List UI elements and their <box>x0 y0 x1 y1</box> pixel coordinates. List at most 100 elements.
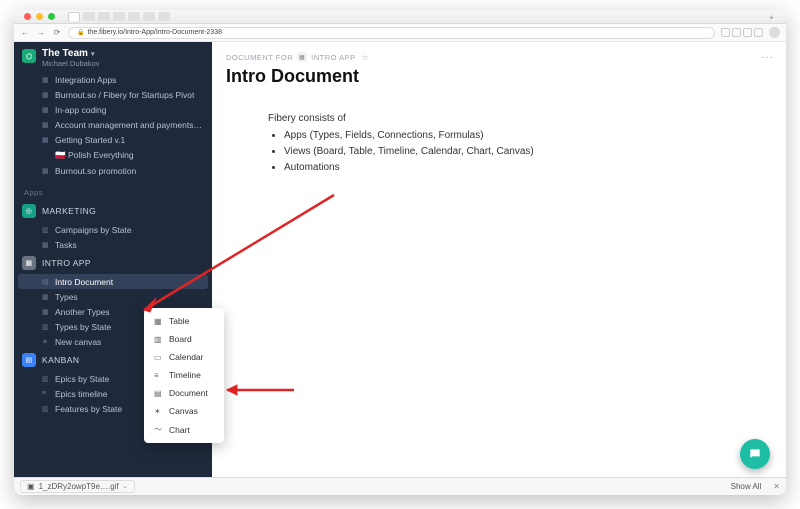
board-icon: ▥ <box>42 405 50 413</box>
context-menu-item-canvas[interactable]: ✶Canvas <box>144 402 224 420</box>
doc-icon: ▦ <box>42 167 50 175</box>
star-icon[interactable]: ☆ <box>362 53 369 62</box>
sidebar-view-item[interactable]: ▦Tasks <box>14 237 212 252</box>
browser-tab[interactable] <box>83 12 95 21</box>
kanban-icon: ▤ <box>22 353 36 367</box>
sidebar-favorite-item[interactable]: ▦In-app coding <box>14 102 212 117</box>
browser-tab[interactable] <box>68 12 80 21</box>
intercom-launcher[interactable] <box>740 439 770 469</box>
show-all-downloads[interactable]: Show All <box>731 482 762 491</box>
breadcrumb: DOCUMENT FOR ▦ INTRO APP ☆ <box>226 52 772 62</box>
download-item[interactable]: ▣ 1_zDRy2owpT9e….gif ⌄ <box>20 480 135 493</box>
body-bullet: Views (Board, Table, Timeline, Calendar,… <box>284 146 772 157</box>
sidebar-view-item-active[interactable]: ▤Intro Document <box>18 274 208 289</box>
sidebar-view-item[interactable]: ▦Types <box>14 289 212 304</box>
sidebar-favorite-item[interactable]: ▦Burnout.so / Fibery for Startups Pivot <box>14 87 212 102</box>
board-icon: ▥ <box>42 226 50 234</box>
forward-button[interactable]: → <box>36 28 46 37</box>
doc-icon: ▦ <box>42 76 50 84</box>
body-bullet: Automations <box>284 162 772 173</box>
browser-tab[interactable] <box>98 12 110 21</box>
sidebar-favorite-item[interactable]: 🇵🇱 Polish Everything <box>14 147 212 163</box>
breadcrumb-app[interactable]: INTRO APP <box>311 53 356 62</box>
target-icon: ◎ <box>22 204 36 218</box>
workspace-icon: ⌬ <box>22 49 36 63</box>
browser-tab[interactable] <box>128 12 140 21</box>
url-text: the.fibery.io/Intro-App/Intro-Document-2… <box>87 28 222 38</box>
doc-icon: ▦ <box>42 121 50 129</box>
workspace-switcher[interactable]: ⌬ The Team▾ Michael Dubakov <box>14 42 212 72</box>
workspace-name: The Team <box>42 48 88 59</box>
sidebar-favorite-item[interactable]: ▦Getting Started v.1 <box>14 132 212 147</box>
canvas-icon: ✶ <box>154 407 163 416</box>
browser-tab[interactable] <box>158 12 170 21</box>
sidebar-favorite-item[interactable]: ▦Integration Apps <box>14 72 212 87</box>
more-menu-button[interactable]: ··· <box>761 52 774 63</box>
board-icon: ▥ <box>42 375 50 383</box>
board-icon: ▥ <box>154 335 163 344</box>
extension-icon[interactable] <box>754 28 763 37</box>
extension-icons <box>721 28 763 37</box>
extension-icon[interactable] <box>743 28 752 37</box>
file-icon: ▣ <box>27 482 35 491</box>
document-title[interactable]: Intro Document <box>226 66 772 87</box>
sidebar-app-marketing[interactable]: ◎MARKETING <box>14 200 212 222</box>
browser-address-bar: ← → ⟳ 🔒 the.fibery.io/Intro-App/Intro-Do… <box>14 24 786 42</box>
close-download-bar[interactable]: ✕ <box>773 482 780 491</box>
document-body[interactable]: Fibery consists of Apps (Types, Fields, … <box>268 113 772 173</box>
timeline-icon: ≡ <box>154 371 163 380</box>
timeline-icon: ≡ <box>42 390 50 397</box>
back-button[interactable]: ← <box>20 28 30 37</box>
table-icon: ▦ <box>154 317 163 326</box>
chat-icon <box>748 447 762 461</box>
context-menu-item-chart[interactable]: 〜Chart <box>144 420 224 439</box>
context-menu-item-timeline[interactable]: ≡Timeline <box>144 366 224 384</box>
doc-icon: ▦ <box>42 106 50 114</box>
browser-tab-strip <box>68 12 170 21</box>
doc-icon: ▦ <box>42 136 50 144</box>
browser-tab[interactable] <box>113 12 125 21</box>
add-tab-button[interactable]: + <box>769 13 776 20</box>
body-paragraph: Fibery consists of <box>268 113 772 124</box>
mac-titlebar: + <box>14 10 786 24</box>
browser-tab[interactable] <box>143 12 155 21</box>
doc-icon: ▤ <box>154 389 163 398</box>
context-menu-item-table[interactable]: ▦Table <box>144 312 224 330</box>
chevron-down-icon: ▾ <box>91 50 95 58</box>
chart-icon: 〜 <box>154 424 163 435</box>
sidebar-favorite-item[interactable]: ▦Account management and payments v.1 <box>14 117 212 132</box>
sidebar-favorite-item[interactable]: ▦Burnout.so promotion <box>14 163 212 178</box>
sidebar-view-item[interactable]: ▥Campaigns by State <box>14 222 212 237</box>
create-view-context-menu: ▦Table ▥Board ▭Calendar ≡Timeline ▤Docum… <box>144 308 224 443</box>
table-icon: ▦ <box>42 308 50 316</box>
table-icon: ▦ <box>42 241 50 249</box>
context-menu-item-calendar[interactable]: ▭Calendar <box>144 348 224 366</box>
extension-icon[interactable] <box>732 28 741 37</box>
lock-icon: 🔒 <box>77 28 84 38</box>
url-field[interactable]: 🔒 the.fibery.io/Intro-App/Intro-Document… <box>68 27 715 39</box>
table-icon: ▦ <box>42 293 50 301</box>
grid-icon: ▦ <box>297 52 307 62</box>
download-filename: 1_zDRy2owpT9e….gif <box>39 482 119 491</box>
doc-icon: ▤ <box>42 278 50 286</box>
document-main: ··· DOCUMENT FOR ▦ INTRO APP ☆ Intro Doc… <box>212 42 786 477</box>
close-traffic-light[interactable] <box>24 13 31 20</box>
reload-button[interactable]: ⟳ <box>52 28 62 37</box>
chevron-down-icon: ⌄ <box>123 483 128 490</box>
profile-avatar[interactable] <box>769 27 780 38</box>
calendar-icon: ▭ <box>154 353 163 362</box>
grid-icon: ▦ <box>22 256 36 270</box>
apps-section-header: Apps <box>14 178 212 200</box>
workspace-user: Michael Dubakov <box>42 59 100 68</box>
minimize-traffic-light[interactable] <box>36 13 43 20</box>
breadcrumb-prefix: DOCUMENT FOR <box>226 53 293 62</box>
sidebar-app-intro[interactable]: ▦INTRO APP <box>14 252 212 274</box>
board-icon: ▥ <box>42 323 50 331</box>
doc-icon: ▦ <box>42 91 50 99</box>
context-menu-item-document[interactable]: ▤Document <box>144 384 224 402</box>
extension-icon[interactable] <box>721 28 730 37</box>
body-bullet: Apps (Types, Fields, Connections, Formul… <box>284 130 772 141</box>
canvas-icon: ✶ <box>42 338 50 346</box>
zoom-traffic-light[interactable] <box>48 13 55 20</box>
context-menu-item-board[interactable]: ▥Board <box>144 330 224 348</box>
